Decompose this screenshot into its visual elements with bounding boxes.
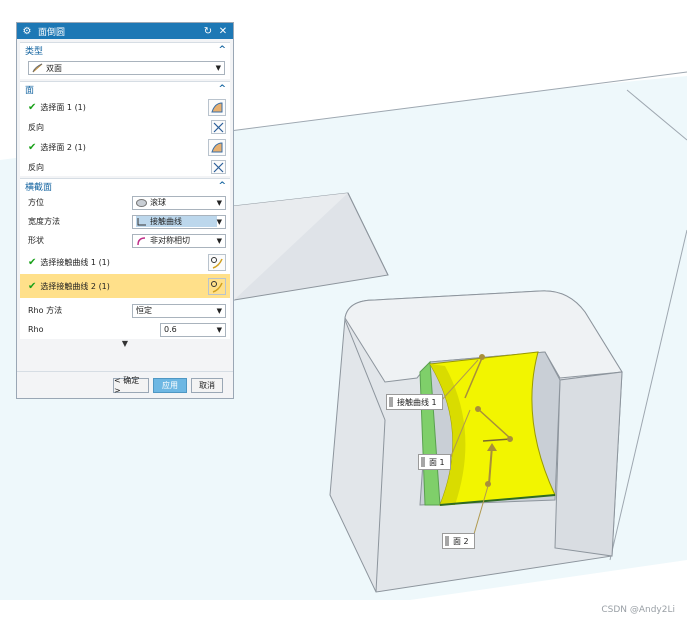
shape-value: 非对称相切 — [150, 236, 190, 245]
cross-section-header[interactable]: 横截面 ^ — [20, 179, 230, 193]
orientation-value: 滚球 — [150, 198, 166, 207]
chevron-up-icon[interactable]: ^ — [218, 181, 226, 191]
apply-button[interactable]: 应用 — [153, 377, 187, 393]
rho-method-select[interactable]: 恒定 ▼ — [132, 303, 226, 318]
callout-face-1[interactable]: 面 1 — [418, 454, 451, 470]
more-options-toggle[interactable]: ▼ — [17, 339, 233, 349]
dialog-title: 面倒圆 — [38, 27, 66, 38]
face-section: 面 ^ ✔ 选择面 1 (1) 反向 ✔ 选择面 2 (1) 反向 — [20, 81, 230, 176]
type-section-header[interactable]: 类型 ^ — [20, 43, 230, 57]
check-icon: ✔ — [28, 280, 37, 292]
callout-contact-curve-1[interactable]: 接触曲线 1 — [386, 394, 443, 410]
face-blend-dialog: ⚙ 面倒圆 ↻ ✕ 类型 ^ 双面 ▼ 面 ^ ✔ 选择面 1 (1) 反向 ✔… — [16, 22, 234, 399]
dialog-footer: < 确定 > 应用 取消 — [17, 371, 233, 398]
reverse-1-row: 反向 — [20, 118, 230, 136]
dropdown-arrow-icon: ▼ — [216, 306, 222, 315]
reverse-2-label: 反向 — [28, 162, 44, 172]
dropdown-arrow-icon: ▼ — [215, 64, 221, 72]
contact-curve-1-row[interactable]: ✔ 选择接触曲线 1 (1) — [20, 250, 230, 274]
type-value: 双面 — [46, 63, 62, 73]
select-face-1-row[interactable]: ✔ 选择面 1 (1) — [20, 96, 230, 118]
rho-method-row: Rho 方法 恒定 ▼ — [20, 301, 230, 320]
dropdown-arrow-icon: ▼ — [216, 198, 222, 207]
contact-curve-icon — [137, 218, 146, 226]
face-select-icon[interactable] — [208, 138, 226, 156]
block-right-face — [554, 371, 623, 557]
select-face-1-label: 选择面 1 (1) — [40, 102, 86, 112]
cancel-button[interactable]: 取消 — [191, 377, 223, 393]
drag-grip-icon[interactable] — [445, 536, 449, 546]
rolling-ball-icon — [136, 199, 147, 207]
check-icon: ✔ — [28, 141, 37, 153]
type-select[interactable]: 双面 ▼ — [28, 61, 225, 75]
rho-input[interactable]: 0.6 ▼ — [160, 322, 226, 337]
contact-curve-2-row[interactable]: ✔ 选择接触曲线 2 (1) — [20, 274, 230, 298]
orientation-select[interactable]: 滚球 ▼ — [132, 195, 226, 210]
reverse-1-label: 反向 — [28, 122, 44, 132]
reverse-direction-icon[interactable] — [211, 120, 226, 134]
chevron-up-icon[interactable]: ^ — [218, 45, 226, 55]
width-method-value: 接触曲线 — [150, 217, 182, 226]
width-method-label: 宽度方法 — [28, 217, 60, 226]
face-section-header[interactable]: 面 ^ — [20, 82, 230, 96]
vector-point — [479, 354, 485, 360]
asymmetric-tangent-icon — [137, 236, 146, 245]
check-icon: ✔ — [28, 101, 37, 113]
reverse-2-row: 反向 — [20, 158, 230, 176]
rho-method-value: 恒定 — [136, 306, 152, 315]
ok-button[interactable]: < 确定 > — [113, 376, 149, 395]
dropdown-arrow-icon: ▼ — [216, 236, 222, 245]
section-title: 横截面 — [25, 182, 53, 193]
rho-label: Rho — [28, 325, 44, 334]
reset-icon[interactable]: ↻ — [202, 26, 214, 37]
reverse-direction-icon[interactable] — [211, 160, 226, 174]
type-section: 类型 ^ 双面 ▼ — [20, 42, 230, 79]
dropdown-arrow-icon: ▼ — [216, 325, 222, 334]
gear-icon: ⚙ — [22, 25, 32, 37]
watermark: CSDN @Andy2Li — [601, 605, 675, 615]
rho-value: 0.6 — [164, 325, 177, 334]
drag-grip-icon[interactable] — [421, 457, 425, 467]
curve-select-icon[interactable] — [208, 253, 226, 271]
contact-curve-1-label: 选择接触曲线 1 (1) — [40, 257, 110, 267]
contact-curve-2-label: 选择接触曲线 2 (1) — [40, 281, 110, 291]
check-icon: ✔ — [28, 256, 37, 268]
width-method-row: 宽度方法 接触曲线 ▼ — [20, 212, 230, 231]
face-select-icon[interactable] — [208, 98, 226, 116]
dropdown-arrow-icon: ▼ — [216, 217, 222, 226]
width-method-select[interactable]: 接触曲线 ▼ — [132, 214, 226, 229]
shape-label: 形状 — [28, 236, 44, 245]
cross-section-section: 横截面 ^ 方位 滚球 ▼ 宽度方法 接触曲线 ▼ 形状 非对称相切 ▼ ✔ 选… — [20, 178, 230, 339]
section-title: 面 — [25, 85, 35, 96]
vector-point — [475, 406, 481, 412]
orientation-label: 方位 — [28, 198, 44, 207]
section-title: 类型 — [25, 46, 44, 57]
rho-row: Rho 0.6 ▼ — [20, 320, 230, 339]
two-face-blend-icon — [32, 63, 43, 73]
shape-select[interactable]: 非对称相切 ▼ — [132, 233, 226, 248]
drag-grip-icon[interactable] — [389, 397, 393, 407]
curve-select-icon[interactable] — [208, 277, 226, 295]
close-icon[interactable]: ✕ — [217, 26, 229, 37]
select-face-2-label: 选择面 2 (1) — [40, 142, 86, 152]
callout-label: 面 2 — [453, 536, 469, 546]
select-face-2-row[interactable]: ✔ 选择面 2 (1) — [20, 136, 230, 158]
orientation-row: 方位 滚球 ▼ — [20, 193, 230, 212]
vector-point — [507, 436, 513, 442]
shape-row: 形状 非对称相切 ▼ — [20, 231, 230, 250]
dialog-titlebar[interactable]: ⚙ 面倒圆 ↻ ✕ — [17, 23, 233, 39]
rho-method-label: Rho 方法 — [28, 306, 63, 315]
chevron-up-icon[interactable]: ^ — [218, 84, 226, 94]
callout-label: 接触曲线 1 — [397, 397, 437, 407]
callout-label: 面 1 — [429, 457, 445, 467]
callout-face-2[interactable]: 面 2 — [442, 533, 475, 549]
